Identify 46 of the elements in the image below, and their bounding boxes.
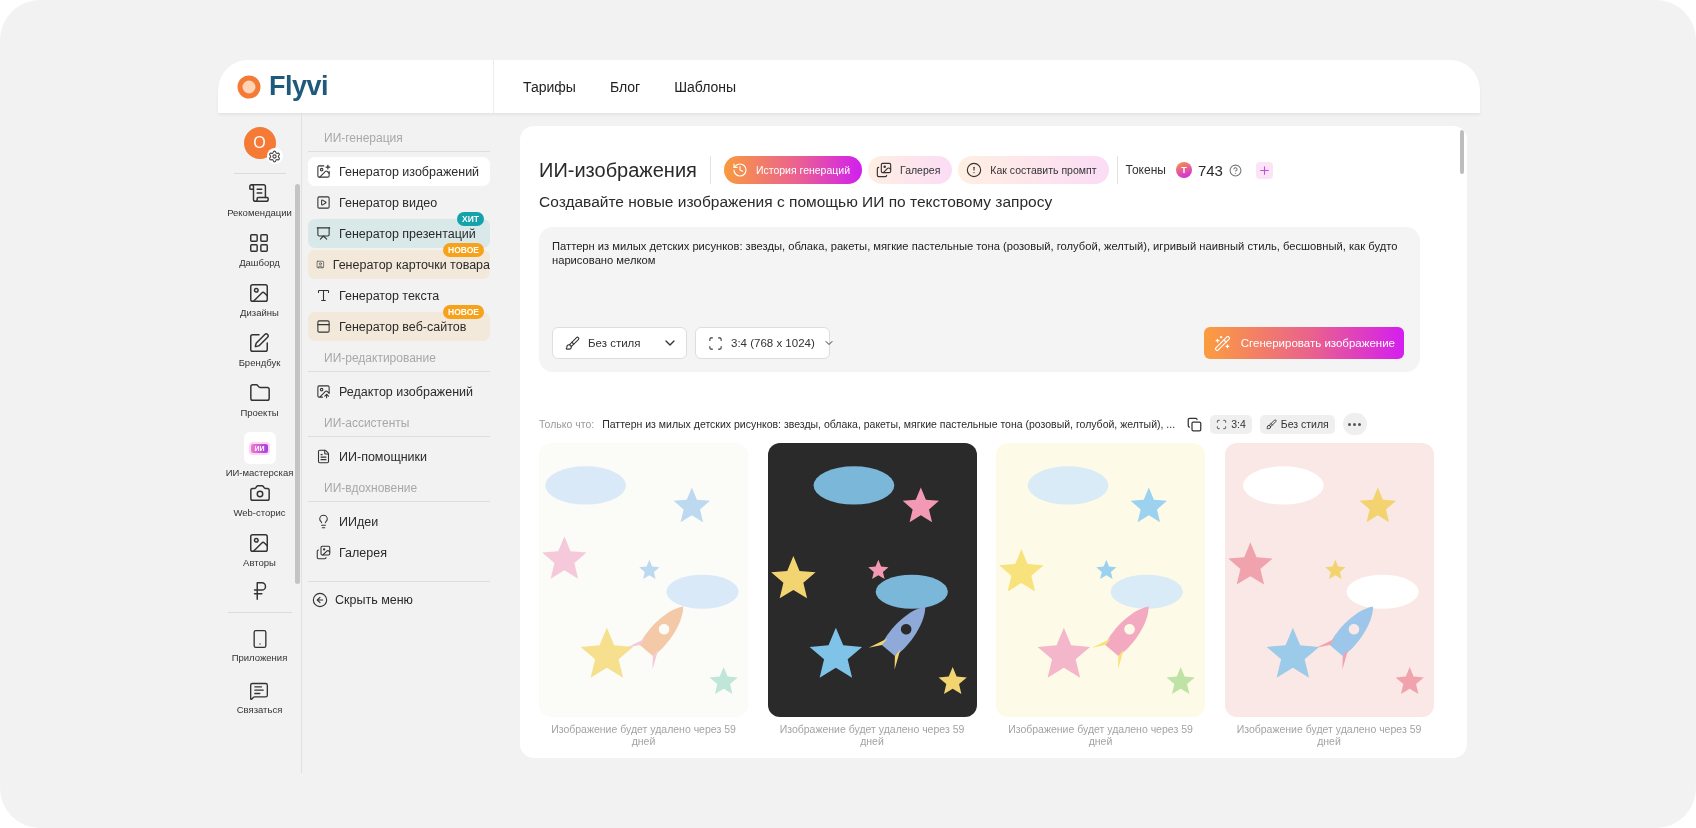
chip-tab[interactable]: Галерея [868, 156, 953, 184]
menu-item[interactable]: Галерея [308, 538, 490, 567]
nav-link[interactable]: Тарифы [523, 78, 576, 95]
style-tag: Без стиля [1259, 414, 1335, 434]
menu-item[interactable]: ИИдеи [308, 507, 490, 536]
size-select[interactable]: 3:4 (768 x 1024) [695, 327, 830, 359]
token-coin-icon: T [1175, 162, 1192, 178]
chip-tab[interactable]: Как составить промпт [958, 156, 1109, 184]
menu-badge: ХИТ [457, 212, 484, 226]
nav-link[interactable]: Шаблоны [674, 78, 737, 95]
menu-item[interactable]: Редактор изображений [308, 377, 490, 406]
nav-link[interactable]: Блог [609, 78, 641, 95]
rail-item[interactable]: Приложения [231, 627, 288, 675]
menu-badge: НОВОЕ [443, 305, 484, 319]
rail-item[interactable]: Web-сторис [233, 480, 286, 528]
recent-label: Только что: [539, 418, 595, 430]
rail-item[interactable]: Проекты [240, 380, 279, 428]
menu-item[interactable]: ИИ-помощники [308, 442, 490, 471]
section-heading: ИИ-редактирование [308, 343, 490, 372]
image-caption: Изображение будет удалено через 59 дней [550, 723, 737, 747]
section-heading: ИИ-ассистенты [308, 408, 490, 437]
rail-item[interactable]: Авторы [243, 530, 276, 578]
section-heading: ИИ-генерация [308, 123, 490, 152]
menu-badge: НОВОЕ [443, 243, 484, 257]
section-heading: ИИ-вдохновение [308, 473, 490, 502]
rail-item[interactable]: Дашборд [239, 230, 280, 278]
subtitle: Создавайте новые изображения с помощью ИИ по текстовому запросу [539, 193, 1054, 211]
rail-item[interactable]: Связаться [236, 679, 283, 727]
rail-item[interactable]: Брендбук [238, 330, 281, 378]
tokens-label: Токены [1125, 163, 1166, 177]
recent-prompt: Паттерн из милых детских рисунков: звезды, облака, ракеты, мягкие пастельные тона (розовый, голубой, желтый), ... [602, 418, 1176, 430]
rail-item[interactable]: Дизайны [240, 280, 279, 328]
rail-item[interactable]: Рекомендации [227, 180, 292, 228]
page-title: ИИ-изображения [539, 158, 697, 182]
chip-tab[interactable]: История генераций [723, 156, 863, 184]
prompt-field[interactable]: Паттерн из милых детских рисунков: звезды, облака, ракеты, мягкие пастельные тона (розовый, голубой, желтый), игривый наивный стиль, бесшовный, как будто нарисовано мелком Без стиля 3:4 (768 x 1024) Сгенерировать изображение [539, 227, 1420, 372]
image-caption: Изображение будет удалено через 59 дней [778, 723, 966, 747]
collapse-menu-link[interactable]: Скрыть меню [308, 581, 490, 608]
logo-text: Flyvi [269, 71, 329, 102]
image-caption: Изображение будет удалено через 59 дней [1235, 723, 1423, 747]
menu-item[interactable]: Генератор изображений [308, 157, 490, 186]
ratio-tag: 3:4 [1210, 414, 1252, 434]
style-select[interactable]: Без стиля [552, 327, 687, 359]
token-count: 743 [1197, 161, 1223, 179]
generate-button[interactable]: Сгенерировать изображение [1203, 327, 1404, 359]
image-caption: Изображение будет удалено через 59 дней [1007, 723, 1194, 747]
